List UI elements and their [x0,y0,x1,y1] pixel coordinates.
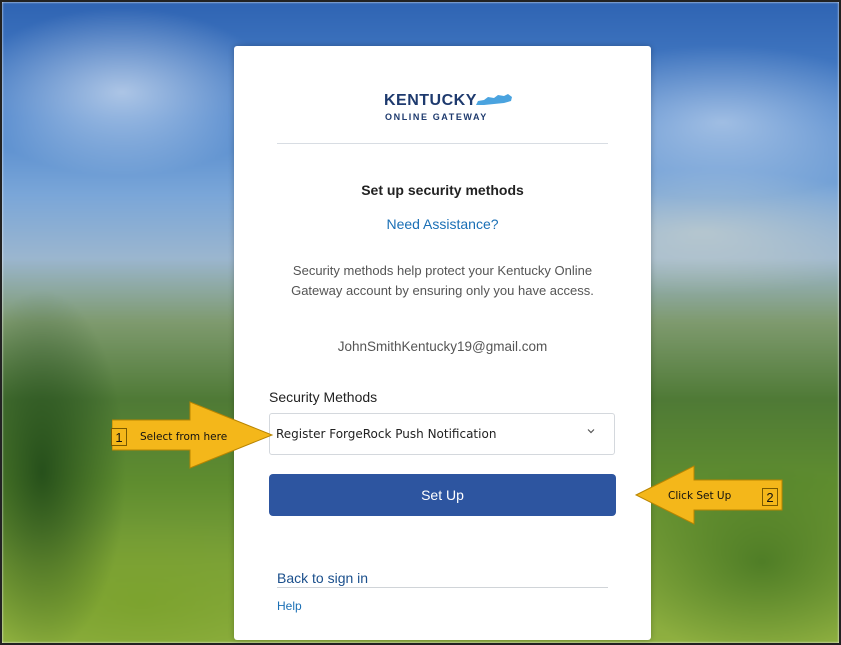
callout-number-1: 1 [111,428,127,446]
need-assistance-link[interactable]: Need Assistance? [234,216,651,232]
kentucky-state-icon [476,94,512,105]
set-up-button[interactable]: Set Up [269,474,616,516]
logo-line1: KENTUCKY [384,92,477,109]
logo-line2: ONLINE GATEWAY [385,112,488,122]
account-email: JohnSmithKentucky19@gmail.com [337,339,548,354]
page-title: Set up security methods [361,182,524,198]
chevron-down-icon [587,429,595,434]
setup-card: KENTUCKY ONLINE GATEWAY Set up security … [234,46,651,640]
callout-label-1: Select from here [140,431,228,443]
callout-label-2: Click Set Up [668,490,732,502]
header-divider [277,143,608,144]
security-description: Security methods help protect your Kentu… [291,263,594,298]
callout-number-2: 2 [762,488,778,506]
footer-divider [277,587,608,588]
security-method-select[interactable]: Register ForgeRock Push Notification [269,413,615,455]
back-to-sign-in-link[interactable]: Back to sign in [277,570,368,586]
help-link[interactable]: Help [277,599,302,613]
kentucky-logo: KENTUCKY ONLINE GATEWAY [384,92,514,126]
screenshot-frame: KENTUCKY ONLINE GATEWAY Set up security … [0,0,841,645]
security-methods-label: Security Methods [269,389,378,405]
selected-method-text: Register ForgeRock Push Notification [276,427,497,441]
